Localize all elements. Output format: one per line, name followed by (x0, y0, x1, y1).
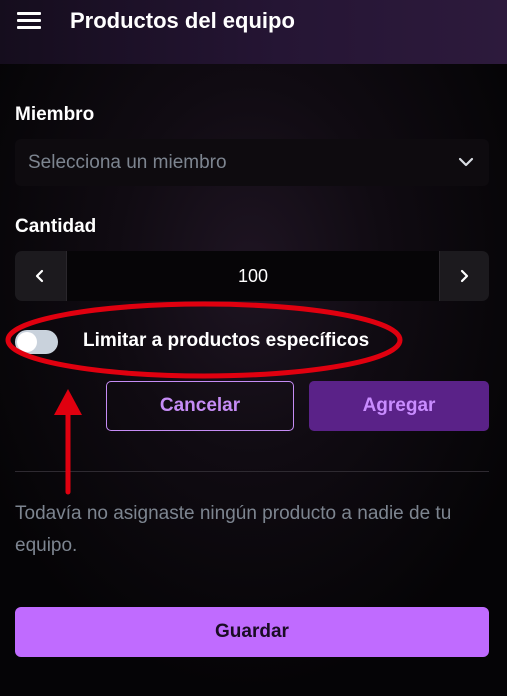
quantity-label: Cantidad (15, 216, 97, 237)
chevron-right-icon (460, 269, 469, 283)
save-button[interactable]: Guardar (15, 607, 489, 657)
member-select-placeholder: Selecciona un miembro (28, 152, 227, 173)
limit-products-label: Limitar a productos específicos (83, 330, 370, 351)
annotation-arrow-head (54, 389, 82, 415)
app-header: Productos del equipo (0, 0, 507, 64)
decrement-button[interactable] (15, 251, 65, 301)
chevron-down-icon (458, 157, 474, 167)
divider (15, 471, 489, 472)
chevron-left-icon (35, 269, 44, 283)
quantity-input[interactable]: 100 (66, 251, 440, 301)
increment-button[interactable] (439, 251, 489, 301)
hamburger-menu-icon[interactable] (17, 12, 43, 32)
cancel-button[interactable]: Cancelar (106, 381, 294, 431)
member-select[interactable]: Selecciona un miembro (15, 139, 489, 186)
quantity-stepper: 100 (15, 251, 489, 301)
member-label: Miembro (15, 104, 95, 125)
toggle-knob (17, 332, 37, 352)
empty-state-message: Todavía no asignaste ningún producto a n… (15, 503, 452, 556)
limit-products-toggle[interactable] (15, 330, 58, 354)
page-title: Productos del equipo (70, 8, 295, 33)
add-button[interactable]: Agregar (309, 381, 489, 431)
